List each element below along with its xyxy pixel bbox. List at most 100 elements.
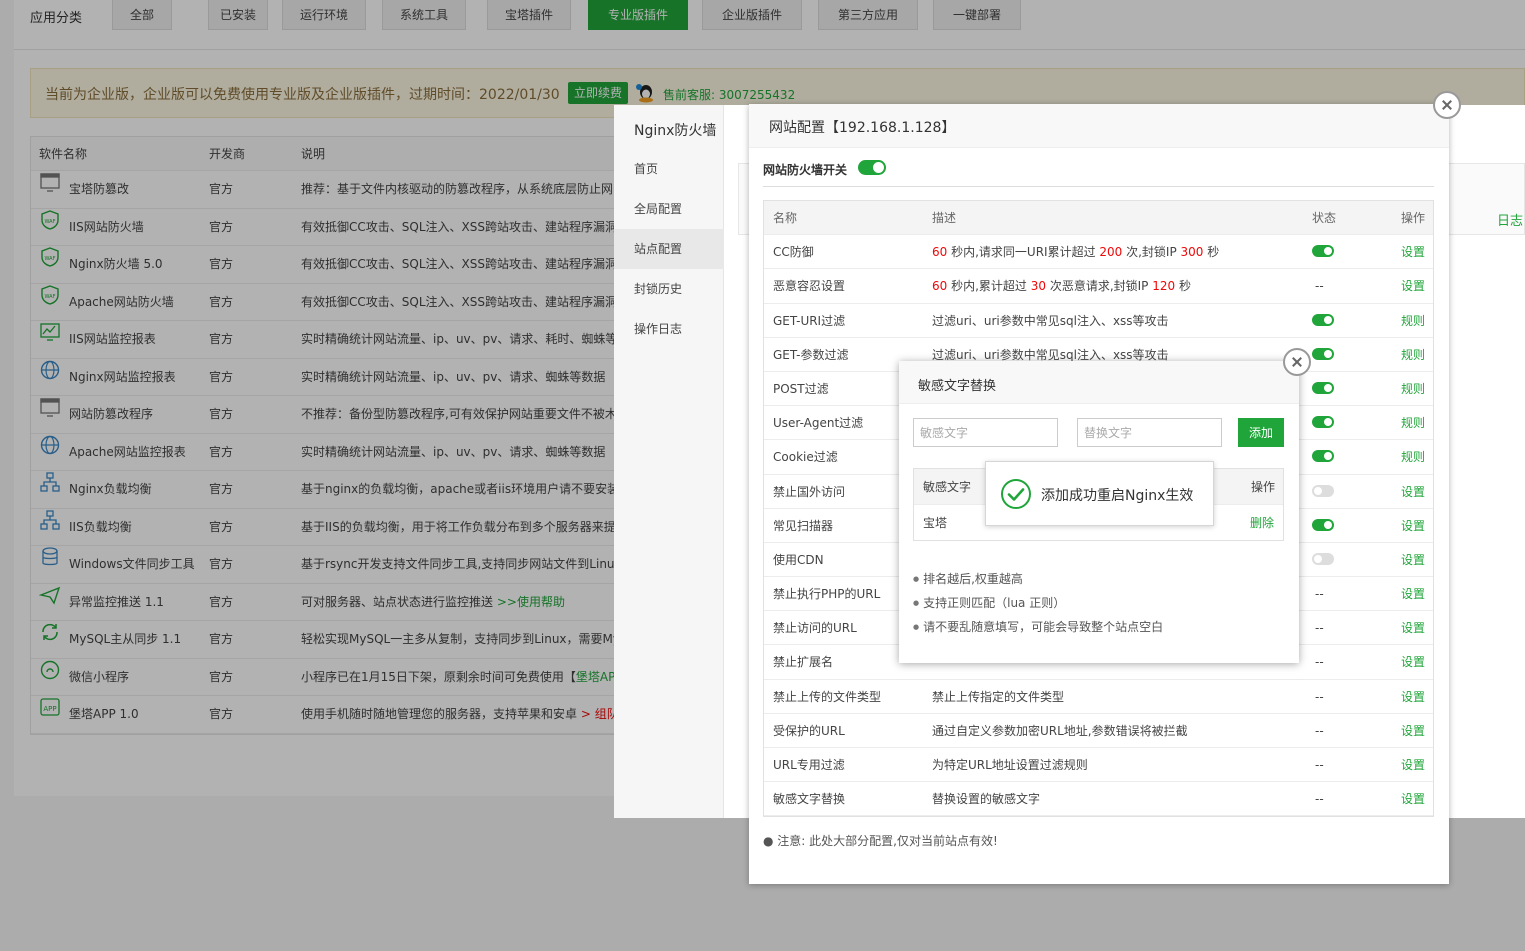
rule-name: Cookie过滤	[773, 450, 838, 465]
rule-name: 受保护的URL	[773, 723, 845, 738]
site-config-title: 网站配置【192.168.1.128】	[769, 120, 956, 136]
site-config-note: ● 注意: 此处大部分配置,仅对当前站点有效!	[763, 834, 998, 848]
tip-item: 支持正则匹配（lua 正则）	[913, 593, 1163, 617]
rule-op-link[interactable]: 规则	[1401, 338, 1425, 372]
rule-op-link[interactable]: 设置	[1401, 235, 1425, 269]
rule-op-link[interactable]: 规则	[1401, 372, 1425, 406]
desc-part: 过滤uri、uri参数中常见sql注入、xss等攻击	[932, 347, 1169, 362]
rule-toggle[interactable]	[1312, 245, 1334, 258]
firewall-toggle[interactable]	[858, 160, 886, 175]
state-cell: --	[1315, 689, 1324, 704]
add-button[interactable]: 添加	[1238, 418, 1284, 447]
sensitive-dialog-header: 敏感文字替换	[899, 361, 1299, 404]
rule-desc: 禁止上传指定的文件类型	[932, 680, 1064, 714]
desc-part: 200	[1099, 245, 1123, 260]
rule-op-link[interactable]: 设置	[1401, 543, 1425, 577]
rule-desc: 通过自定义参数加密URL地址,参数错误将被拦截	[932, 714, 1188, 748]
rule-op-link[interactable]: 设置	[1401, 577, 1425, 611]
table-row: 敏感文字替换 替换设置的敏感文字 -- 设置	[764, 782, 1433, 817]
header-op: 操作	[1401, 211, 1426, 225]
replacement-word-input[interactable]	[1077, 418, 1222, 447]
sensitive-word-cell: 宝塔	[923, 516, 948, 530]
state-cell: --	[1315, 758, 1324, 772]
success-check-icon	[1001, 479, 1031, 509]
state-cell	[1312, 475, 1334, 509]
desc-part: 秒	[1175, 279, 1191, 294]
table-row: GET-URI过滤 过滤uri、uri参数中常见sql注入、xss等攻击 规则	[764, 304, 1433, 338]
rule-name: POST过滤	[773, 381, 829, 396]
rule-op-link[interactable]: 设置	[1401, 714, 1425, 748]
rule-name: 恶意容忍设置	[773, 279, 846, 294]
rule-op-link[interactable]: 规则	[1401, 406, 1425, 440]
state-cell	[1312, 543, 1334, 577]
plugin-nav-item[interactable]: 站点配置	[614, 229, 724, 269]
rule-name: 常见扫描器	[773, 518, 834, 533]
rule-op-link[interactable]: 设置	[1401, 509, 1425, 543]
rule-op-link[interactable]: 设置	[1401, 748, 1425, 782]
rule-name: 敏感文字替换	[773, 792, 846, 807]
header-state: 状态	[1312, 211, 1337, 225]
state-cell	[1312, 235, 1334, 269]
rule-name: GET-URI过滤	[773, 313, 846, 328]
rule-toggle[interactable]	[1312, 416, 1334, 429]
note-text: 注意: 此处大部分配置,仅对当前站点有效!	[777, 834, 998, 848]
state-cell	[1312, 372, 1334, 406]
state-cell	[1312, 406, 1334, 440]
close-site-config-button[interactable]	[1433, 91, 1461, 119]
rule-name: User-Agent过滤	[773, 416, 864, 431]
log-link[interactable]: 日志	[1497, 210, 1523, 229]
desc-part: 次恶意请求,封锁IP	[1046, 279, 1153, 294]
tip-item: 请不要乱随意填写，可能会导致整个站点空白	[913, 617, 1163, 641]
desc-part: 为特定URL地址设置过滤规则	[932, 758, 1088, 772]
state-cell	[1312, 440, 1334, 474]
rule-toggle[interactable]	[1312, 484, 1334, 497]
plugin-nav-item[interactable]: 操作日志	[614, 309, 724, 349]
close-sensitive-dialog-button[interactable]	[1283, 348, 1311, 376]
desc-part: 60	[932, 279, 948, 294]
desc-part: 60	[932, 245, 948, 260]
state-cell: --	[1315, 792, 1324, 807]
desc-part: 秒	[1203, 245, 1220, 260]
rule-desc: 替换设置的敏感文字	[932, 782, 1040, 816]
rule-toggle[interactable]	[1312, 450, 1334, 463]
state-cell: --	[1315, 723, 1324, 738]
header-sensitive-word: 敏感文字	[923, 480, 972, 494]
sensitive-word-input[interactable]	[913, 418, 1058, 447]
desc-part: 120	[1152, 279, 1176, 294]
rule-op-link[interactable]: 设置	[1401, 680, 1425, 714]
rule-desc: 过滤uri、uri参数中常见sql注入、xss等攻击	[932, 304, 1169, 338]
rule-op-link[interactable]: 设置	[1401, 611, 1425, 645]
state-cell: --	[1315, 587, 1324, 602]
rule-name: 禁止上传的文件类型	[773, 689, 882, 704]
rule-op-link[interactable]: 设置	[1401, 475, 1425, 509]
plugin-nav-item[interactable]: 首页	[614, 149, 724, 189]
rule-toggle[interactable]	[1312, 552, 1334, 565]
rule-toggle[interactable]	[1312, 347, 1334, 360]
desc-part: 秒内,请求同一URI累计超过	[947, 245, 1100, 260]
success-toast: 添加成功重启Nginx生效	[985, 461, 1214, 526]
rule-toggle[interactable]	[1312, 381, 1334, 394]
tips-list: 排名越后,权重越高 支持正则匹配（lua 正则） 请不要乱随意填写，可能会导致整…	[913, 569, 1163, 641]
desc-part: 30	[1030, 279, 1047, 294]
plugin-nav-item[interactable]: 封锁历史	[614, 269, 724, 309]
rule-op-link[interactable]: 设置	[1401, 269, 1425, 303]
plugin-nav-item[interactable]: 全局配置	[614, 189, 724, 229]
table-row: 禁止上传的文件类型 禁止上传指定的文件类型 -- 设置	[764, 680, 1433, 714]
rule-op-link[interactable]: 规则	[1401, 304, 1425, 338]
rule-op-link[interactable]: 设置	[1401, 645, 1425, 679]
rule-op-link[interactable]: 规则	[1401, 440, 1425, 474]
state-cell	[1312, 509, 1334, 543]
plugin-sidebar: Nginx防火墙 首页 全局配置 站点配置 封锁历史 操作日志	[614, 105, 724, 818]
sensitive-dialog-title: 敏感文字替换	[918, 379, 997, 394]
rule-name: 禁止执行PHP的URL	[773, 587, 881, 602]
rule-op-link[interactable]: 设置	[1401, 782, 1425, 816]
desc-part: 次,封锁IP	[1122, 245, 1181, 260]
delete-link[interactable]: 删除	[1250, 505, 1274, 541]
state-cell	[1312, 338, 1334, 372]
rule-toggle[interactable]	[1312, 313, 1334, 326]
table-row: 受保护的URL 通过自定义参数加密URL地址,参数错误将被拦截 -- 设置	[764, 714, 1433, 748]
rule-toggle[interactable]	[1312, 518, 1334, 531]
header-operation: 操作	[1251, 480, 1276, 494]
desc-part: 300	[1180, 245, 1204, 260]
rule-desc: 60 秒内,累计超过 30 次恶意请求,封锁IP 120 秒	[932, 269, 1191, 303]
